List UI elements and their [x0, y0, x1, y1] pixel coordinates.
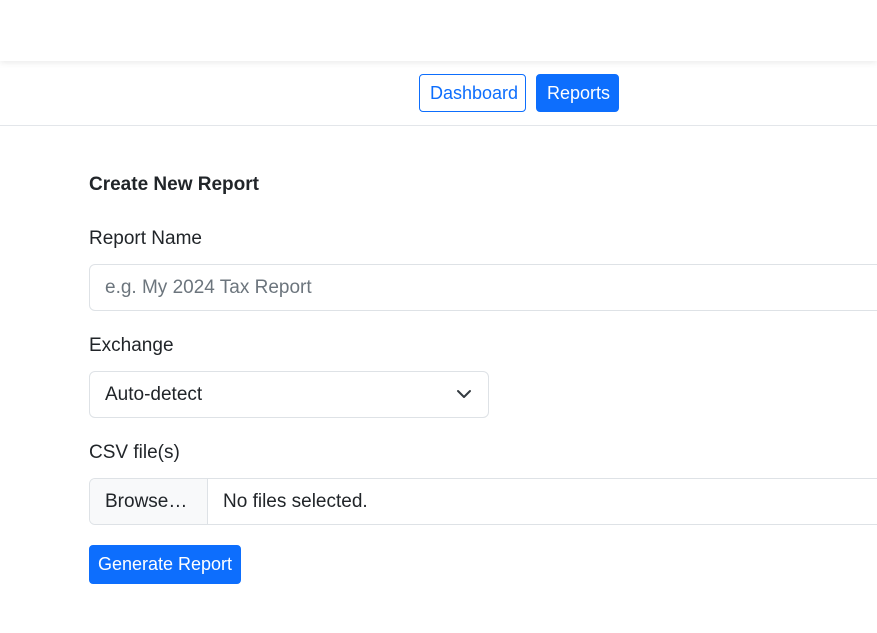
- nav-dashboard-button[interactable]: Dashboard: [419, 74, 526, 112]
- chevron-down-icon: [457, 390, 471, 398]
- generate-report-button[interactable]: Generate Report: [89, 545, 241, 584]
- exchange-label: Exchange: [89, 335, 174, 356]
- form-title: Create New Report: [89, 174, 259, 195]
- browse-button[interactable]: Browse…: [90, 479, 208, 524]
- nav-bar: Dashboard Reports: [0, 61, 877, 126]
- report-name-input[interactable]: [89, 264, 877, 311]
- csv-file-input[interactable]: Browse… No files selected.: [89, 478, 877, 525]
- top-header-bar: [0, 0, 877, 61]
- file-status-text: No files selected.: [223, 491, 368, 512]
- exchange-select[interactable]: Auto-detect: [89, 371, 489, 418]
- exchange-selected-value: Auto-detect: [105, 384, 203, 405]
- report-name-label: Report Name: [89, 228, 202, 249]
- csv-files-label: CSV file(s): [89, 442, 180, 463]
- nav-reports-button[interactable]: Reports: [536, 74, 619, 112]
